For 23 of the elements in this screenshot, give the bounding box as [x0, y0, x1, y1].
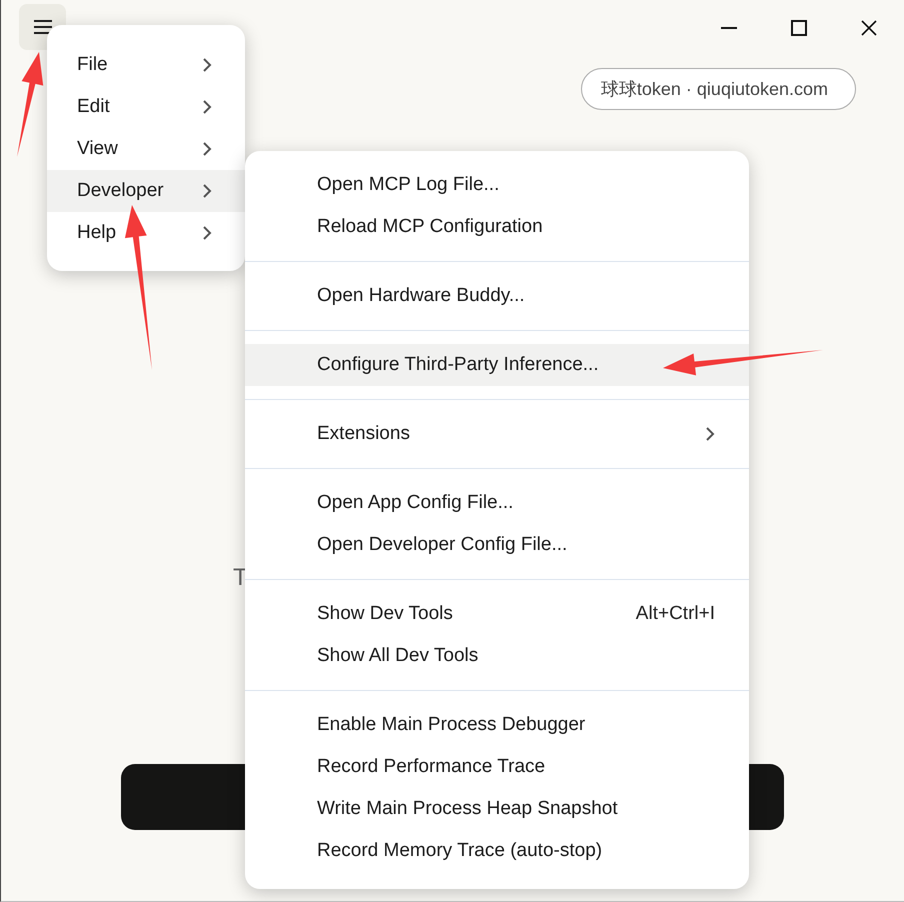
close-icon[interactable] — [861, 20, 877, 36]
menu-item[interactable]: Record Memory Trace (auto-stop) — [245, 830, 749, 872]
menu-item[interactable]: Help — [47, 212, 245, 254]
menu-item[interactable]: Open Developer Config File... — [245, 524, 749, 566]
menu-item[interactable]: Record Performance Trace — [245, 746, 749, 788]
menu-item[interactable]: Developer — [47, 170, 245, 212]
menu-icon — [34, 20, 52, 34]
shortcut-label: Alt+Ctrl+I — [636, 603, 715, 625]
menu-item[interactable]: Write Main Process Heap Snapshot — [245, 788, 749, 830]
menu-item[interactable]: View — [47, 128, 245, 170]
menu-item[interactable]: Configure Third-Party Inference... — [245, 344, 749, 386]
maximize-icon[interactable] — [791, 20, 807, 36]
menu-item[interactable]: Show Dev Tools Alt+Ctrl+I — [245, 593, 749, 635]
menu-item[interactable]: Enable Main Process Debugger — [245, 704, 749, 746]
menu-item[interactable]: Open App Config File... — [245, 482, 749, 524]
menu-item[interactable]: Show All Dev Tools — [245, 635, 749, 677]
menu-item[interactable]: Edit — [47, 86, 245, 128]
menu-item[interactable]: Open MCP Log File... — [245, 164, 749, 206]
menu-item[interactable]: Open Hardware Buddy... — [245, 275, 749, 317]
account-pill[interactable]: 球球token · qiuqiutoken.com — [580, 68, 856, 110]
menu-item[interactable]: Extensions — [245, 413, 749, 455]
menu-item[interactable]: Reload MCP Configuration — [245, 206, 749, 248]
menu-item[interactable]: File — [47, 44, 245, 86]
